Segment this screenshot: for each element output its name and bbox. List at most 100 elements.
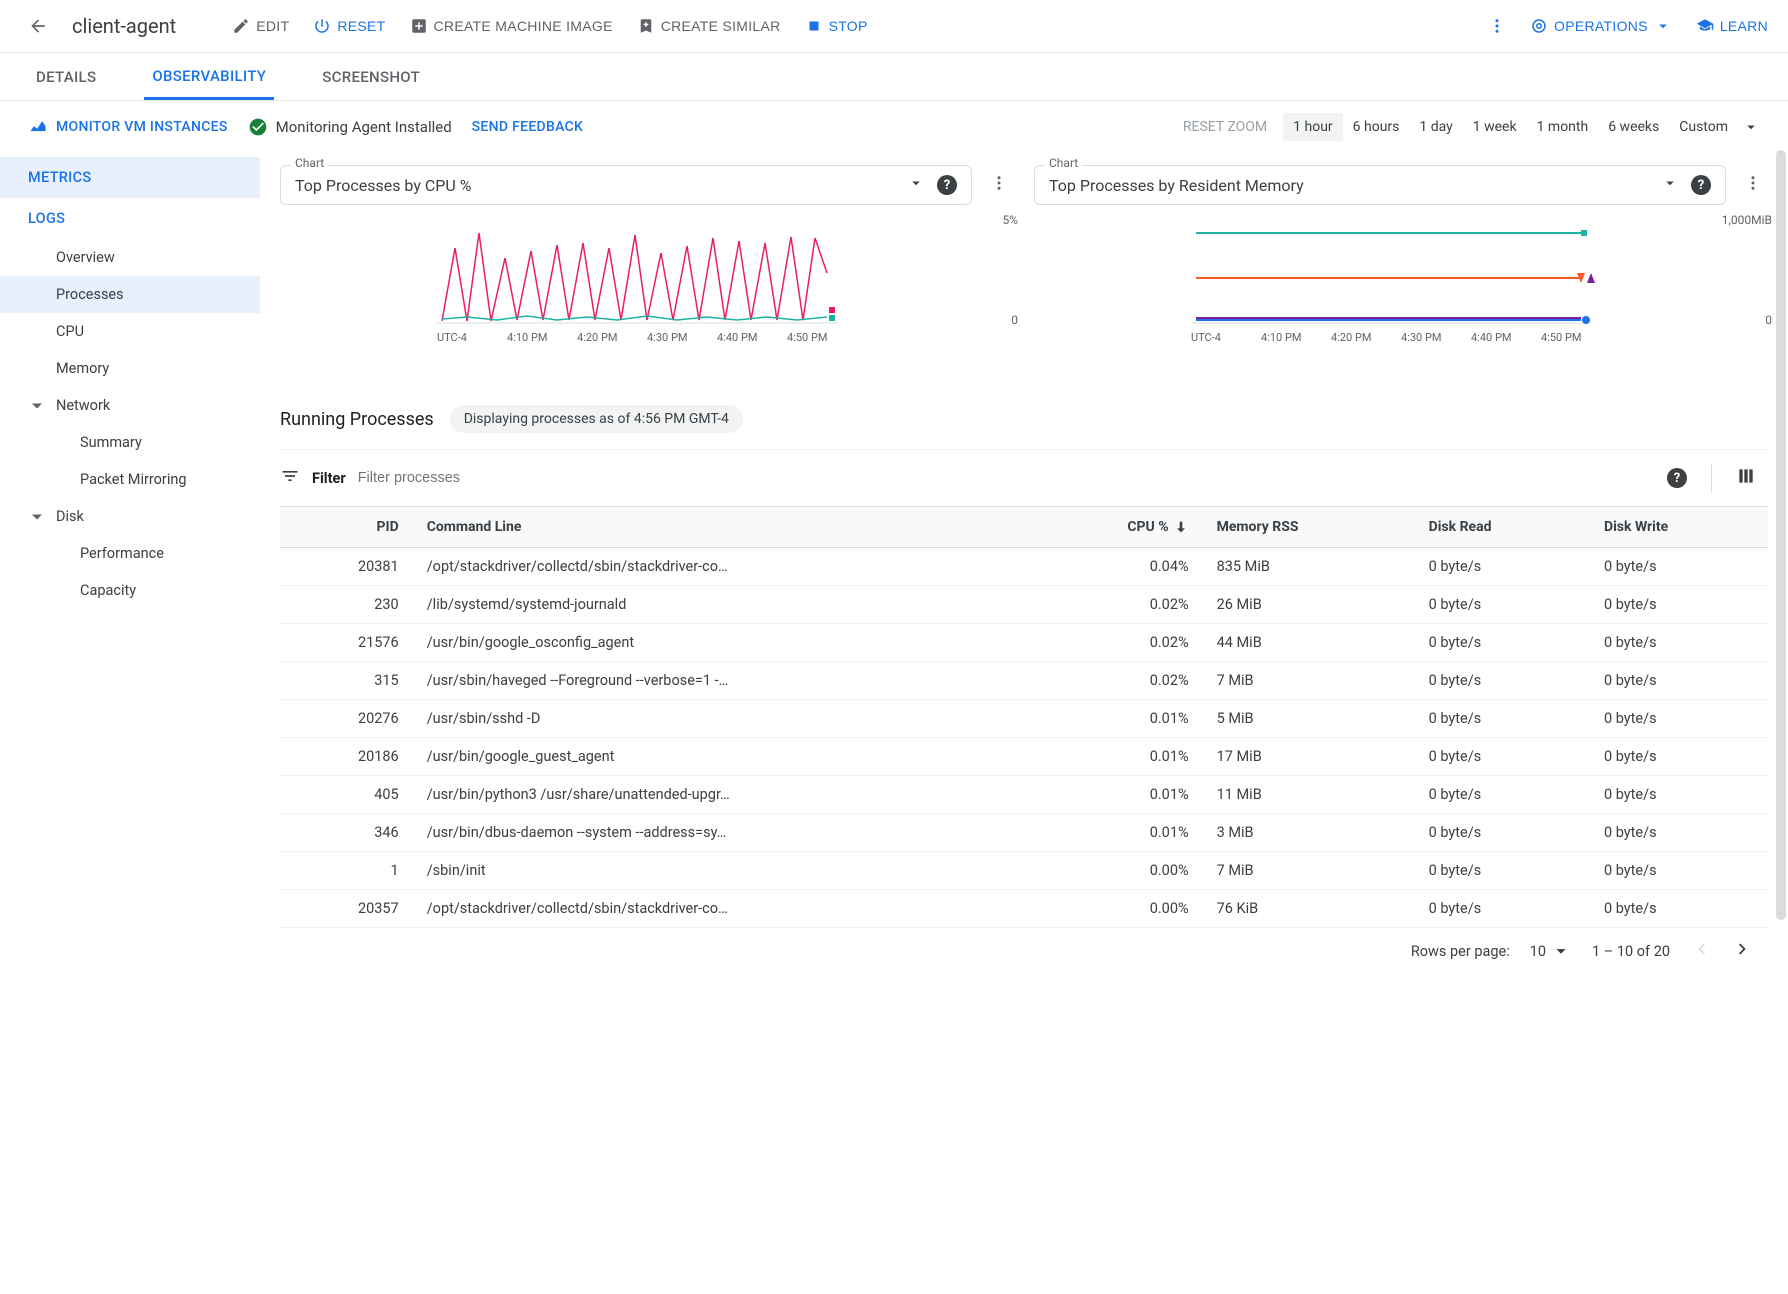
arrow-down-icon bbox=[1173, 519, 1189, 535]
tab-details[interactable]: DETAILS bbox=[28, 56, 104, 98]
chevron-right-icon bbox=[1732, 938, 1754, 960]
chart-legend-label: Chart bbox=[1045, 156, 1082, 170]
sidebar-item-packet-mirroring[interactable]: Packet Mirroring bbox=[0, 461, 260, 498]
agent-status: Monitoring Agent Installed bbox=[248, 117, 452, 137]
chevron-down-icon bbox=[1661, 174, 1679, 192]
chart-cpu: Chart Top Processes by CPU % ? 5% 0 bbox=[280, 165, 1014, 367]
chart-cpu-more[interactable] bbox=[984, 174, 1014, 196]
table-toolbar: Filter ? bbox=[280, 449, 1768, 507]
help-icon[interactable]: ? bbox=[1691, 175, 1711, 195]
filter-input[interactable] bbox=[358, 470, 1655, 486]
filter-label: Filter bbox=[312, 470, 346, 487]
svg-text:4:10 PM: 4:10 PM bbox=[1261, 331, 1301, 344]
chart-legend-label: Chart bbox=[291, 156, 328, 170]
table-row[interactable]: 346/usr/bin/dbus-daemon --system --addre… bbox=[280, 814, 1768, 852]
zoom-custom[interactable]: Custom bbox=[1669, 113, 1738, 141]
reset-button[interactable]: RESET bbox=[313, 17, 385, 35]
check-circle-icon bbox=[248, 117, 268, 137]
prev-page-button[interactable] bbox=[1690, 938, 1712, 964]
chart-cpu-plot[interactable]: UTC-44:10 PM4:20 PM4:30 PM4:40 PM4:50 PM bbox=[280, 213, 1014, 363]
edit-label: EDIT bbox=[256, 18, 289, 34]
svg-text:4:30 PM: 4:30 PM bbox=[647, 331, 687, 344]
send-feedback-link[interactable]: SEND FEEDBACK bbox=[472, 119, 584, 135]
table-row[interactable]: 20381/opt/stackdriver/collectd/sbin/stac… bbox=[280, 548, 1768, 586]
svg-text:4:50 PM: 4:50 PM bbox=[787, 331, 827, 344]
sidebar-item-summary[interactable]: Summary bbox=[0, 424, 260, 461]
sidebar-item-memory[interactable]: Memory bbox=[0, 350, 260, 387]
more-vert-icon bbox=[1488, 17, 1506, 35]
more-vert-icon bbox=[1744, 174, 1762, 192]
columns-icon[interactable] bbox=[1736, 466, 1756, 490]
sidebar-item-overview[interactable]: Overview bbox=[0, 239, 260, 276]
main-content: Chart Top Processes by CPU % ? 5% 0 bbox=[260, 153, 1788, 994]
rows-per-page-select[interactable]: 10 bbox=[1530, 940, 1572, 962]
table-row[interactable]: 20276/usr/sbin/sshd -D0.01%5 MiB0 byte/s… bbox=[280, 700, 1768, 738]
bookmark-plus-icon bbox=[637, 17, 655, 35]
chart-memory-more[interactable] bbox=[1738, 174, 1768, 196]
zoom-6-hours[interactable]: 6 hours bbox=[1343, 113, 1410, 141]
learn-button[interactable]: LEARN bbox=[1696, 17, 1768, 35]
sidebar-item-performance[interactable]: Performance bbox=[0, 535, 260, 572]
table-row[interactable]: 21576/usr/bin/google_osconfig_agent0.02%… bbox=[280, 624, 1768, 662]
zoom-1-hour[interactable]: 1 hour bbox=[1283, 113, 1343, 141]
sidebar-logs[interactable]: LOGS bbox=[0, 198, 260, 239]
pager-range: 1 – 10 of 20 bbox=[1592, 943, 1670, 960]
help-icon[interactable]: ? bbox=[1667, 468, 1687, 488]
create-image-label: CREATE MACHINE IMAGE bbox=[434, 18, 613, 34]
charts-row: Chart Top Processes by CPU % ? 5% 0 bbox=[280, 165, 1768, 367]
reset-label: RESET bbox=[337, 18, 385, 34]
table-row[interactable]: 20186/usr/bin/google_guest_agent0.01%17 … bbox=[280, 738, 1768, 776]
sidebar-metrics[interactable]: METRICS bbox=[0, 157, 260, 198]
operations-button[interactable]: OPERATIONS bbox=[1530, 17, 1672, 35]
sidebar-item-capacity[interactable]: Capacity bbox=[0, 572, 260, 609]
table-row[interactable]: 405/usr/bin/python3 /usr/share/unattende… bbox=[280, 776, 1768, 814]
scrollbar[interactable] bbox=[1776, 150, 1786, 920]
stop-button[interactable]: STOP bbox=[805, 17, 868, 35]
learn-label: LEARN bbox=[1720, 18, 1768, 34]
svg-text:UTC-4: UTC-4 bbox=[437, 331, 467, 344]
table-row[interactable]: 20357/opt/stackdriver/collectd/sbin/stac… bbox=[280, 890, 1768, 928]
col-read[interactable]: Disk Read bbox=[1415, 507, 1590, 548]
sidebar-item-disk[interactable]: Disk bbox=[0, 498, 260, 535]
table-row[interactable]: 230/lib/systemd/systemd-journald0.02%26 … bbox=[280, 586, 1768, 624]
rows-per-page-label: Rows per page: bbox=[1411, 943, 1510, 960]
col-write[interactable]: Disk Write bbox=[1590, 507, 1768, 548]
chart-selector-cpu[interactable]: Chart Top Processes by CPU % ? bbox=[280, 165, 972, 205]
zoom-1-day[interactable]: 1 day bbox=[1409, 113, 1462, 141]
monitor-vm-label: MONITOR VM INSTANCES bbox=[56, 119, 228, 135]
edit-button[interactable]: EDIT bbox=[232, 17, 289, 35]
tabs: DETAILS OBSERVABILITY SCREENSHOT bbox=[0, 53, 1788, 101]
zoom-6-weeks[interactable]: 6 weeks bbox=[1598, 113, 1669, 141]
plus-box-icon bbox=[410, 17, 428, 35]
reset-zoom-label[interactable]: RESET ZOOM bbox=[1183, 119, 1267, 135]
table-row[interactable]: 1/sbin/init0.00%7 MiB0 byte/s0 byte/s bbox=[280, 852, 1768, 890]
divider bbox=[1711, 464, 1712, 492]
monitor-vm-link[interactable]: MONITOR VM INSTANCES bbox=[28, 117, 228, 137]
more-actions-button[interactable] bbox=[1488, 17, 1506, 35]
next-page-button[interactable] bbox=[1732, 938, 1754, 964]
create-similar-button[interactable]: CREATE SIMILAR bbox=[637, 17, 781, 35]
col-mem[interactable]: Memory RSS bbox=[1203, 507, 1415, 548]
tab-screenshot[interactable]: SCREENSHOT bbox=[314, 56, 428, 98]
chart-memory-plot[interactable]: UTC-44:10 PM4:20 PM4:30 PM4:40 PM4:50 PM bbox=[1034, 213, 1768, 363]
zoom-1-week[interactable]: 1 week bbox=[1463, 113, 1527, 141]
zoom-1-month[interactable]: 1 month bbox=[1527, 113, 1599, 141]
chevron-down-icon[interactable] bbox=[1742, 118, 1760, 136]
sidebar-item-processes[interactable]: Processes bbox=[0, 276, 260, 313]
col-pid[interactable]: PID bbox=[280, 507, 413, 548]
rows-per-page-value: 10 bbox=[1530, 943, 1546, 960]
tab-observability[interactable]: OBSERVABILITY bbox=[144, 55, 274, 100]
more-vert-icon bbox=[990, 174, 1008, 192]
chart-selector-memory[interactable]: Chart Top Processes by Resident Memory ? bbox=[1034, 165, 1726, 205]
chart-memory: Chart Top Processes by Resident Memory ?… bbox=[1034, 165, 1768, 367]
sidebar-item-cpu[interactable]: CPU bbox=[0, 313, 260, 350]
back-button[interactable] bbox=[20, 8, 56, 44]
sidebar: METRICS LOGS OverviewProcessesCPUMemoryN… bbox=[0, 153, 260, 994]
create-machine-image-button[interactable]: CREATE MACHINE IMAGE bbox=[410, 17, 613, 35]
operations-label: OPERATIONS bbox=[1554, 18, 1648, 34]
col-cmd[interactable]: Command Line bbox=[413, 507, 1031, 548]
help-icon[interactable]: ? bbox=[937, 175, 957, 195]
sidebar-item-network[interactable]: Network bbox=[0, 387, 260, 424]
col-cpu[interactable]: CPU % bbox=[1030, 507, 1202, 548]
table-row[interactable]: 315/usr/sbin/haveged --Foreground --verb… bbox=[280, 662, 1768, 700]
